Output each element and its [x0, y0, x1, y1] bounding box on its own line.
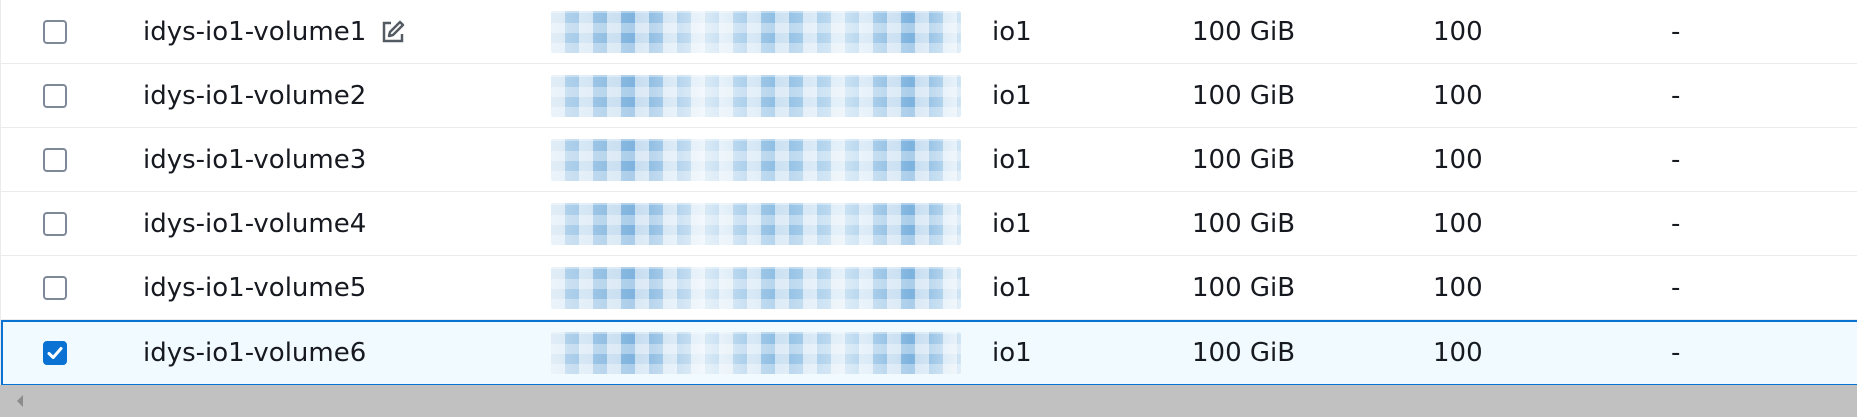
volume-name: idys-io1-volume1 [143, 16, 367, 47]
volume-iops: 100 [1433, 208, 1483, 239]
volume-name: idys-io1-volume3 [143, 144, 367, 175]
row-checkbox[interactable] [43, 147, 67, 172]
table-row[interactable]: idys-io1-volume2 io1 100 GiB 100 - [1, 64, 1857, 128]
volume-id-redacted [551, 192, 973, 255]
volume-throughput: - [1671, 338, 1681, 368]
volume-throughput: - [1671, 144, 1681, 175]
table-row[interactable]: idys-io1-volume5 io1 100 GiB 100 - [1, 256, 1857, 320]
volume-size: 100 GiB [1192, 338, 1296, 368]
volume-iops: 100 [1433, 272, 1483, 303]
table-row[interactable]: idys-io1-volume3 io1 100 GiB 100 - [1, 128, 1857, 192]
edit-icon[interactable] [380, 19, 406, 45]
table-row-selected[interactable]: idys-io1-volume6 io1 100 GiB 100 - [1, 320, 1857, 386]
volume-type: io1 [992, 338, 1032, 368]
row-checkbox-checked[interactable] [43, 341, 67, 365]
volume-id-redacted [551, 128, 973, 191]
row-checkbox[interactable] [43, 19, 67, 44]
volume-size: 100 GiB [1192, 272, 1296, 303]
volume-name: idys-io1-volume5 [143, 272, 367, 303]
volume-name: idys-io1-volume2 [143, 80, 367, 111]
volumes-table: idys-io1-volume1 io1 100 GiB 100 - idys-… [0, 0, 1857, 386]
volume-throughput: - [1671, 272, 1681, 303]
volume-iops: 100 [1433, 338, 1483, 368]
volume-iops: 100 [1433, 144, 1483, 175]
volume-id-redacted [551, 0, 973, 63]
volume-name: idys-io1-volume4 [143, 208, 367, 239]
volume-iops: 100 [1433, 80, 1483, 111]
volume-size: 100 GiB [1192, 144, 1296, 175]
volume-throughput: - [1671, 208, 1681, 239]
volume-throughput: - [1671, 80, 1681, 111]
volume-type: io1 [992, 208, 1032, 239]
table-row[interactable]: idys-io1-volume4 io1 100 GiB 100 - [1, 192, 1857, 256]
scroll-left-arrow-icon[interactable] [8, 385, 32, 417]
volume-type: io1 [992, 144, 1032, 175]
volume-type: io1 [992, 80, 1032, 111]
volume-throughput: - [1671, 16, 1681, 47]
volume-id-redacted [551, 64, 973, 127]
volume-size: 100 GiB [1192, 16, 1296, 47]
volume-type: io1 [992, 16, 1032, 47]
volume-name: idys-io1-volume6 [143, 338, 367, 368]
checkmark-icon [47, 347, 63, 359]
volume-id-redacted [551, 256, 973, 319]
volume-size: 100 GiB [1192, 208, 1296, 239]
volume-size: 100 GiB [1192, 80, 1296, 111]
row-checkbox[interactable] [43, 83, 67, 108]
row-checkbox[interactable] [43, 211, 67, 236]
table-row[interactable]: idys-io1-volume1 io1 100 GiB 100 - [1, 0, 1857, 64]
volume-id-redacted [551, 322, 973, 384]
volume-iops: 100 [1433, 16, 1483, 47]
volume-type: io1 [992, 272, 1032, 303]
horizontal-scrollbar[interactable] [0, 385, 1857, 417]
row-checkbox[interactable] [43, 275, 67, 300]
